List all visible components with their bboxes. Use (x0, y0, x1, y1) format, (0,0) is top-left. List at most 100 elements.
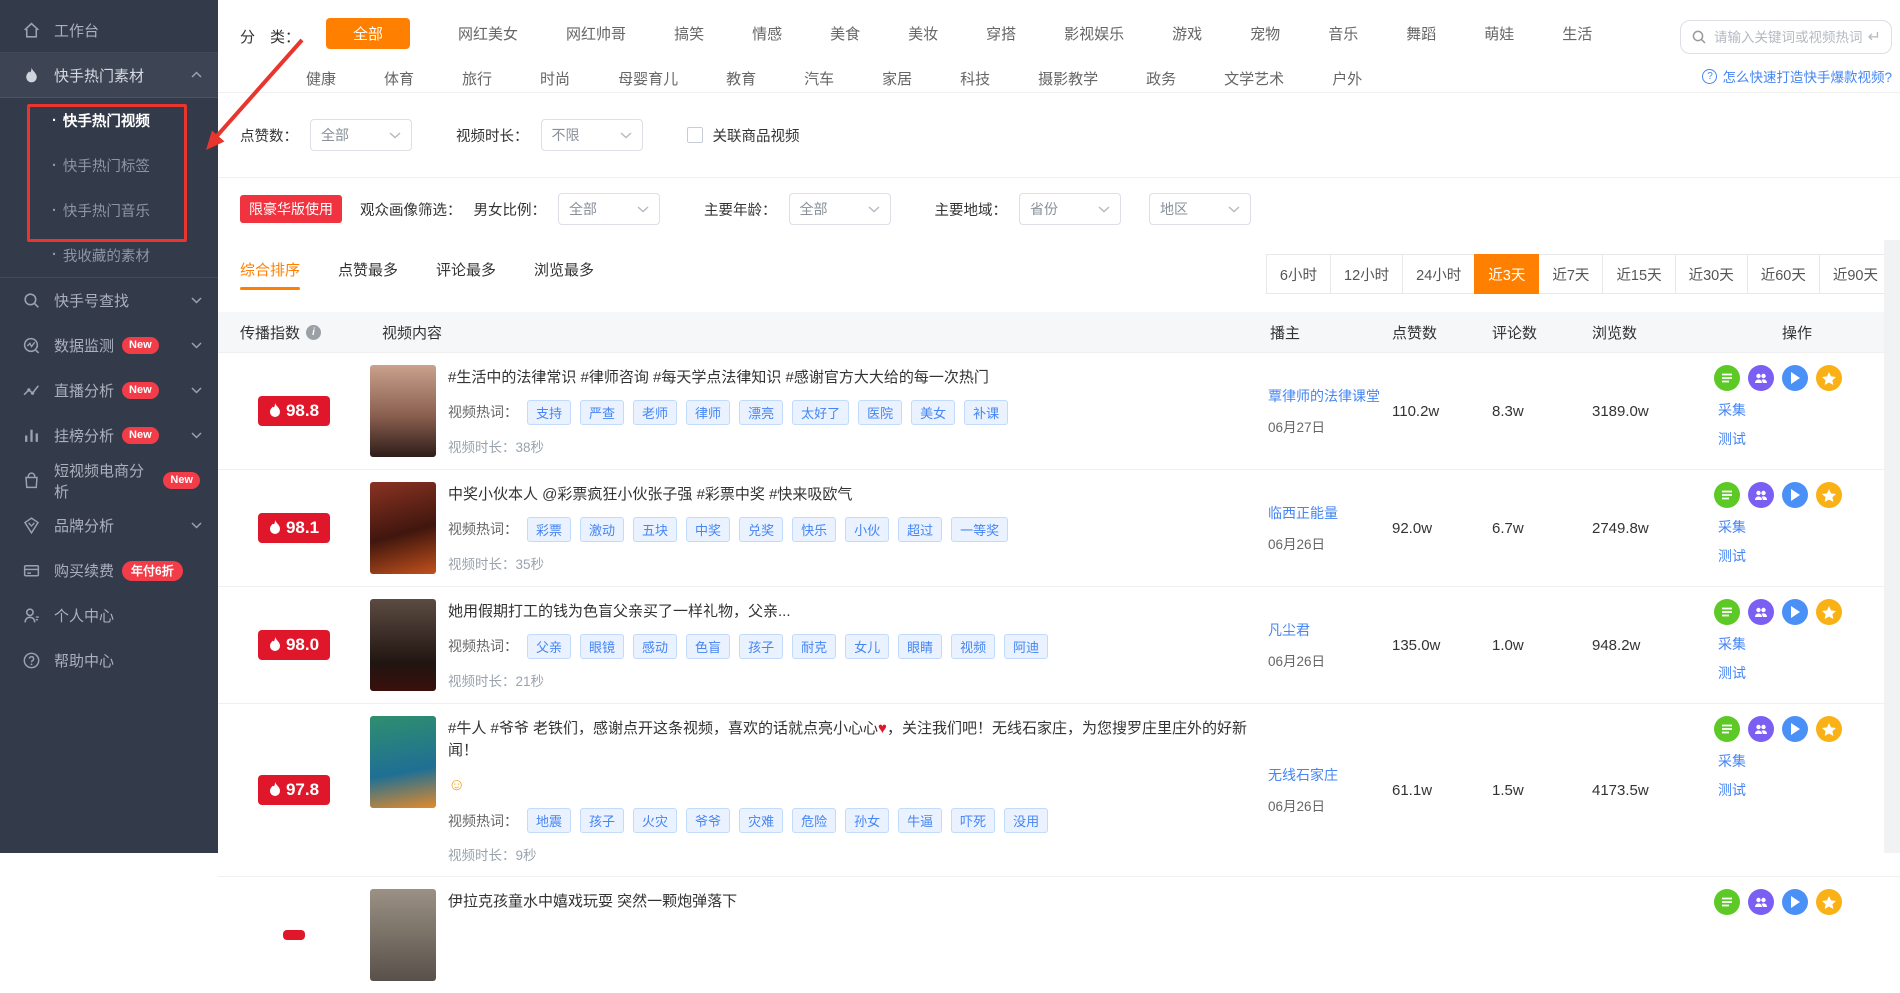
play-icon[interactable] (1782, 716, 1808, 742)
category-chip[interactable]: 穿搭 (986, 18, 1016, 49)
test-link[interactable]: 测试 (1718, 780, 1884, 800)
category-chip[interactable]: 萌娃 (1484, 18, 1514, 49)
sidebar-item-account-search[interactable]: 快手号查找 (0, 278, 218, 323)
play-icon[interactable] (1782, 365, 1808, 391)
sidebar-item-purchase-renewal[interactable]: 购买续费 年付6折 (0, 548, 218, 593)
hot-word-tag[interactable]: 五块 (633, 517, 677, 542)
hot-word-tag[interactable]: 孙女 (845, 808, 889, 833)
category-chip[interactable]: 全部 (326, 18, 410, 49)
sidebar-item-live-analysis[interactable]: 直播分析 New (0, 368, 218, 413)
hot-word-tag[interactable]: 孩子 (580, 808, 624, 833)
time-range-button[interactable]: 12小时 (1330, 254, 1403, 294)
sidebar-item-ecommerce-analysis[interactable]: 短视频电商分析 New (0, 458, 218, 503)
category-chip[interactable]: 体育 (384, 63, 414, 94)
help-link[interactable]: 怎么快速打造快手爆款视频? (1702, 66, 1892, 86)
hot-word-tag[interactable]: 一等奖 (951, 517, 1008, 542)
category-chip[interactable]: 时尚 (540, 63, 570, 94)
hot-word-tag[interactable]: 眼睛 (898, 634, 942, 659)
sidebar-item-hot-tags[interactable]: 快手热门标签 (0, 143, 218, 188)
sidebar-item-my-favorites[interactable]: 我收藏的素材 (0, 233, 218, 278)
hot-word-tag[interactable]: 耐克 (792, 634, 836, 659)
hot-word-tag[interactable]: 地震 (527, 808, 571, 833)
report-icon[interactable] (1714, 599, 1740, 625)
star-icon[interactable] (1816, 482, 1842, 508)
category-chip[interactable]: 音乐 (1328, 18, 1358, 49)
sidebar-item-hot-music[interactable]: 快手热门音乐 (0, 188, 218, 233)
sidebar-item-data-monitor[interactable]: 数据监测 New (0, 323, 218, 368)
hot-word-tag[interactable]: 色盲 (686, 634, 730, 659)
category-chip[interactable]: 家居 (882, 63, 912, 94)
hot-word-tag[interactable]: 中奖 (686, 517, 730, 542)
category-chip[interactable]: 生活 (1562, 18, 1592, 49)
author-link[interactable]: 临西正能量 (1268, 503, 1380, 524)
video-thumbnail[interactable] (370, 482, 436, 574)
hot-word-tag[interactable]: 严查 (580, 400, 624, 425)
play-icon[interactable] (1782, 599, 1808, 625)
hot-word-tag[interactable]: 吓死 (951, 808, 995, 833)
category-chip[interactable]: 情感 (752, 18, 782, 49)
hot-word-tag[interactable]: 太好了 (792, 400, 849, 425)
video-title[interactable]: #生活中的法律常识 #律师咨询 #每天学点法律知识 #感谢官方大大给的每一次热门 (448, 367, 1008, 389)
category-chip[interactable]: 政务 (1146, 63, 1176, 94)
category-chip[interactable]: 游戏 (1172, 18, 1202, 49)
hot-word-tag[interactable]: 漂亮 (739, 400, 783, 425)
hot-word-tag[interactable]: 火灾 (633, 808, 677, 833)
hot-word-tag[interactable]: 牛逼 (898, 808, 942, 833)
category-chip[interactable]: 旅行 (462, 63, 492, 94)
test-link[interactable]: 测试 (1718, 663, 1884, 683)
audience-icon[interactable] (1748, 365, 1774, 391)
district-select[interactable]: 地区 (1149, 193, 1251, 225)
hot-word-tag[interactable]: 兑奖 (739, 517, 783, 542)
star-icon[interactable] (1816, 889, 1842, 915)
hot-word-tag[interactable]: 补课 (964, 400, 1008, 425)
sort-tab[interactable]: 评论最多 (436, 259, 496, 290)
category-chip[interactable]: 网红美女 (458, 18, 518, 49)
sort-tab[interactable]: 浏览最多 (534, 259, 594, 290)
sidebar-item-ranking-analysis[interactable]: 挂榜分析 New (0, 413, 218, 458)
time-range-button[interactable]: 近7天 (1538, 254, 1603, 294)
product-video-checkbox[interactable] (687, 127, 703, 143)
sidebar-item-hot-videos[interactable]: 快手热门视频 (0, 98, 218, 143)
hot-word-tag[interactable]: 灾难 (739, 808, 783, 833)
sidebar-item-brand-analysis[interactable]: 品牌分析 (0, 503, 218, 548)
category-chip[interactable]: 宠物 (1250, 18, 1280, 49)
author-link[interactable]: 无线石家庄 (1268, 765, 1380, 786)
category-chip[interactable]: 舞蹈 (1406, 18, 1436, 49)
time-range-button[interactable]: 近60天 (1747, 254, 1820, 294)
video-thumbnail[interactable] (370, 716, 436, 808)
star-icon[interactable] (1816, 365, 1842, 391)
video-title[interactable]: #牛人 #爷爷 老铁们，感谢点开这条视频，喜欢的话就点亮小心心♥，关注我们吧！无… (448, 718, 1258, 762)
province-select[interactable]: 省份 (1019, 193, 1121, 225)
sort-tab[interactable]: 综合排序 (240, 259, 300, 290)
hot-word-tag[interactable]: 医院 (858, 400, 902, 425)
report-icon[interactable] (1714, 716, 1740, 742)
collect-link[interactable]: 采集 (1718, 634, 1884, 654)
audience-icon[interactable] (1748, 889, 1774, 915)
audience-icon[interactable] (1748, 599, 1774, 625)
play-icon[interactable] (1782, 889, 1808, 915)
author-link[interactable]: 凡尘君 (1268, 620, 1380, 641)
time-range-button[interactable]: 近3天 (1474, 254, 1539, 294)
hot-word-tag[interactable]: 爷爷 (686, 808, 730, 833)
gender-select[interactable]: 全部 (558, 193, 660, 225)
collect-link[interactable]: 采集 (1718, 400, 1884, 420)
category-chip[interactable]: 教育 (726, 63, 756, 94)
time-range-button[interactable]: 24小时 (1402, 254, 1475, 294)
video-title[interactable]: 她用假期打工的钱为色盲父亲买了一样礼物，父亲... (448, 601, 1048, 623)
hot-word-tag[interactable]: 女儿 (845, 634, 889, 659)
category-chip[interactable]: 户外 (1332, 63, 1362, 94)
hot-word-tag[interactable]: 老师 (633, 400, 677, 425)
report-icon[interactable] (1714, 482, 1740, 508)
hot-word-tag[interactable]: 激动 (580, 517, 624, 542)
hot-word-tag[interactable]: 父亲 (527, 634, 571, 659)
category-chip[interactable]: 影视娱乐 (1064, 18, 1124, 49)
collect-link[interactable]: 采集 (1718, 517, 1884, 537)
sidebar-item-workbench[interactable]: 工作台 (0, 8, 218, 53)
hot-word-tag[interactable]: 美女 (911, 400, 955, 425)
test-link[interactable]: 测试 (1718, 429, 1884, 449)
age-select[interactable]: 全部 (789, 193, 891, 225)
play-icon[interactable] (1782, 482, 1808, 508)
hot-word-tag[interactable]: 孩子 (739, 634, 783, 659)
collect-link[interactable]: 采集 (1718, 751, 1884, 771)
hot-word-tag[interactable]: 彩票 (527, 517, 571, 542)
